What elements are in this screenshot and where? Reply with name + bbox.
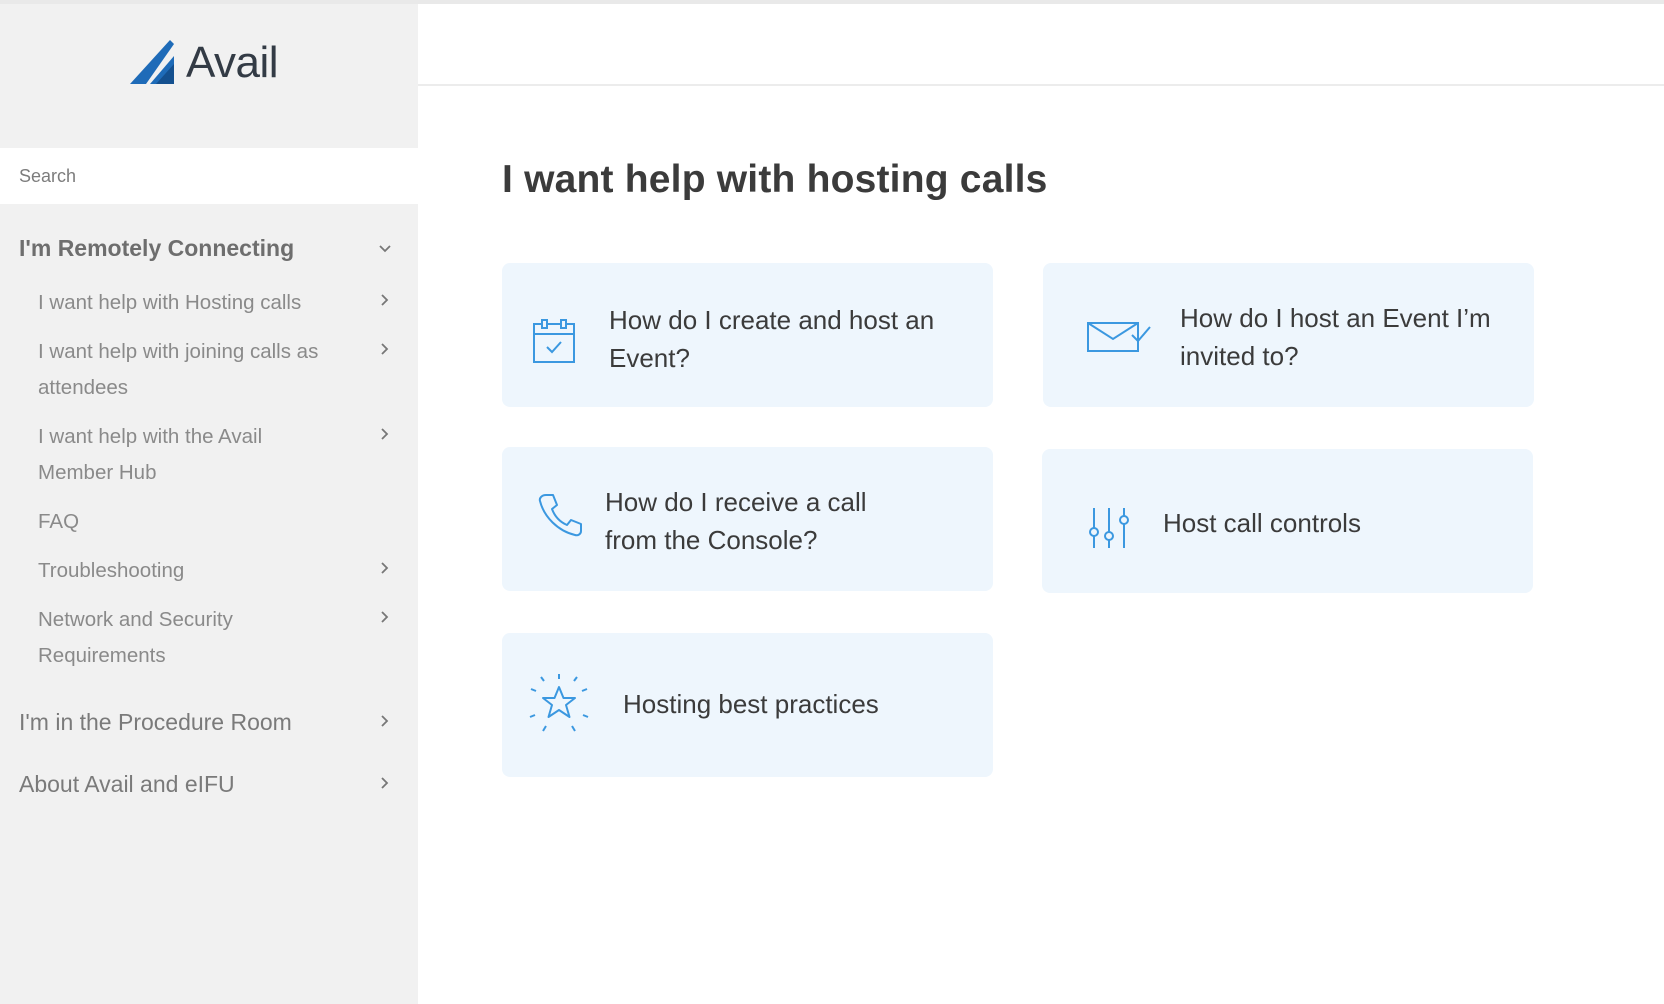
chevron-right-icon — [378, 427, 392, 441]
chevron-right-icon — [378, 293, 392, 307]
card-label: How do I create and host an Event? — [609, 305, 935, 373]
logo-text: Avail — [186, 38, 279, 87]
sidebar-section-label: About Avail and eIFU — [19, 771, 235, 797]
chevron-right-icon — [378, 342, 392, 356]
card-label: Hosting best practices — [623, 689, 879, 719]
calendar-check-icon — [532, 318, 576, 364]
card-label: Host call controls — [1163, 508, 1361, 538]
card-receive-call-console[interactable]: How do I receive a call from the Console… — [502, 447, 993, 591]
envelope-check-icon — [1086, 319, 1152, 355]
chevron-down-icon — [378, 242, 392, 256]
chevron-right-icon — [378, 776, 392, 790]
star-sparkle-icon — [526, 671, 592, 737]
sidebar-item-label: I want help with the Avail Member Hub — [38, 425, 263, 484]
search-input[interactable] — [0, 148, 418, 204]
sidebar-item-label: Network and Security Requirements — [38, 608, 233, 667]
page-title: I want help with hosting calls — [502, 158, 1048, 201]
sidebar-item-label: FAQ — [38, 510, 80, 533]
card-label: How do I receive a call from the Console… — [605, 487, 867, 555]
card-create-host-event[interactable]: How do I create and host an Event? — [502, 263, 993, 407]
avail-logo-mark-icon — [130, 40, 174, 84]
sliders-icon — [1088, 506, 1130, 550]
sidebar-item-label: Troubleshooting — [38, 559, 185, 582]
avail-logo[interactable]: Avail — [130, 38, 279, 88]
card-host-invited-event[interactable]: How do I host an Event I’m invited to? — [1043, 263, 1534, 407]
sidebar-section-label: I'm in the Procedure Room — [19, 709, 292, 735]
sidebar: Avail I'm Remotely Connecting I want hel… — [0, 4, 418, 1004]
sidebar-item-label: I want help with joining calls as attend… — [38, 340, 319, 399]
card-hosting-best-practices[interactable]: Hosting best practices — [502, 633, 993, 777]
top-header — [418, 4, 1664, 86]
card-host-call-controls[interactable]: Host call controls — [1042, 449, 1533, 593]
chevron-right-icon — [378, 561, 392, 575]
chevron-right-icon — [378, 714, 392, 728]
chevron-right-icon — [378, 610, 392, 624]
phone-icon — [536, 491, 584, 539]
sidebar-item-label: I want help with Hosting calls — [38, 291, 302, 314]
sidebar-section-label: I'm Remotely Connecting — [19, 235, 295, 261]
card-label: How do I host an Event I’m invited to? — [1180, 303, 1491, 371]
